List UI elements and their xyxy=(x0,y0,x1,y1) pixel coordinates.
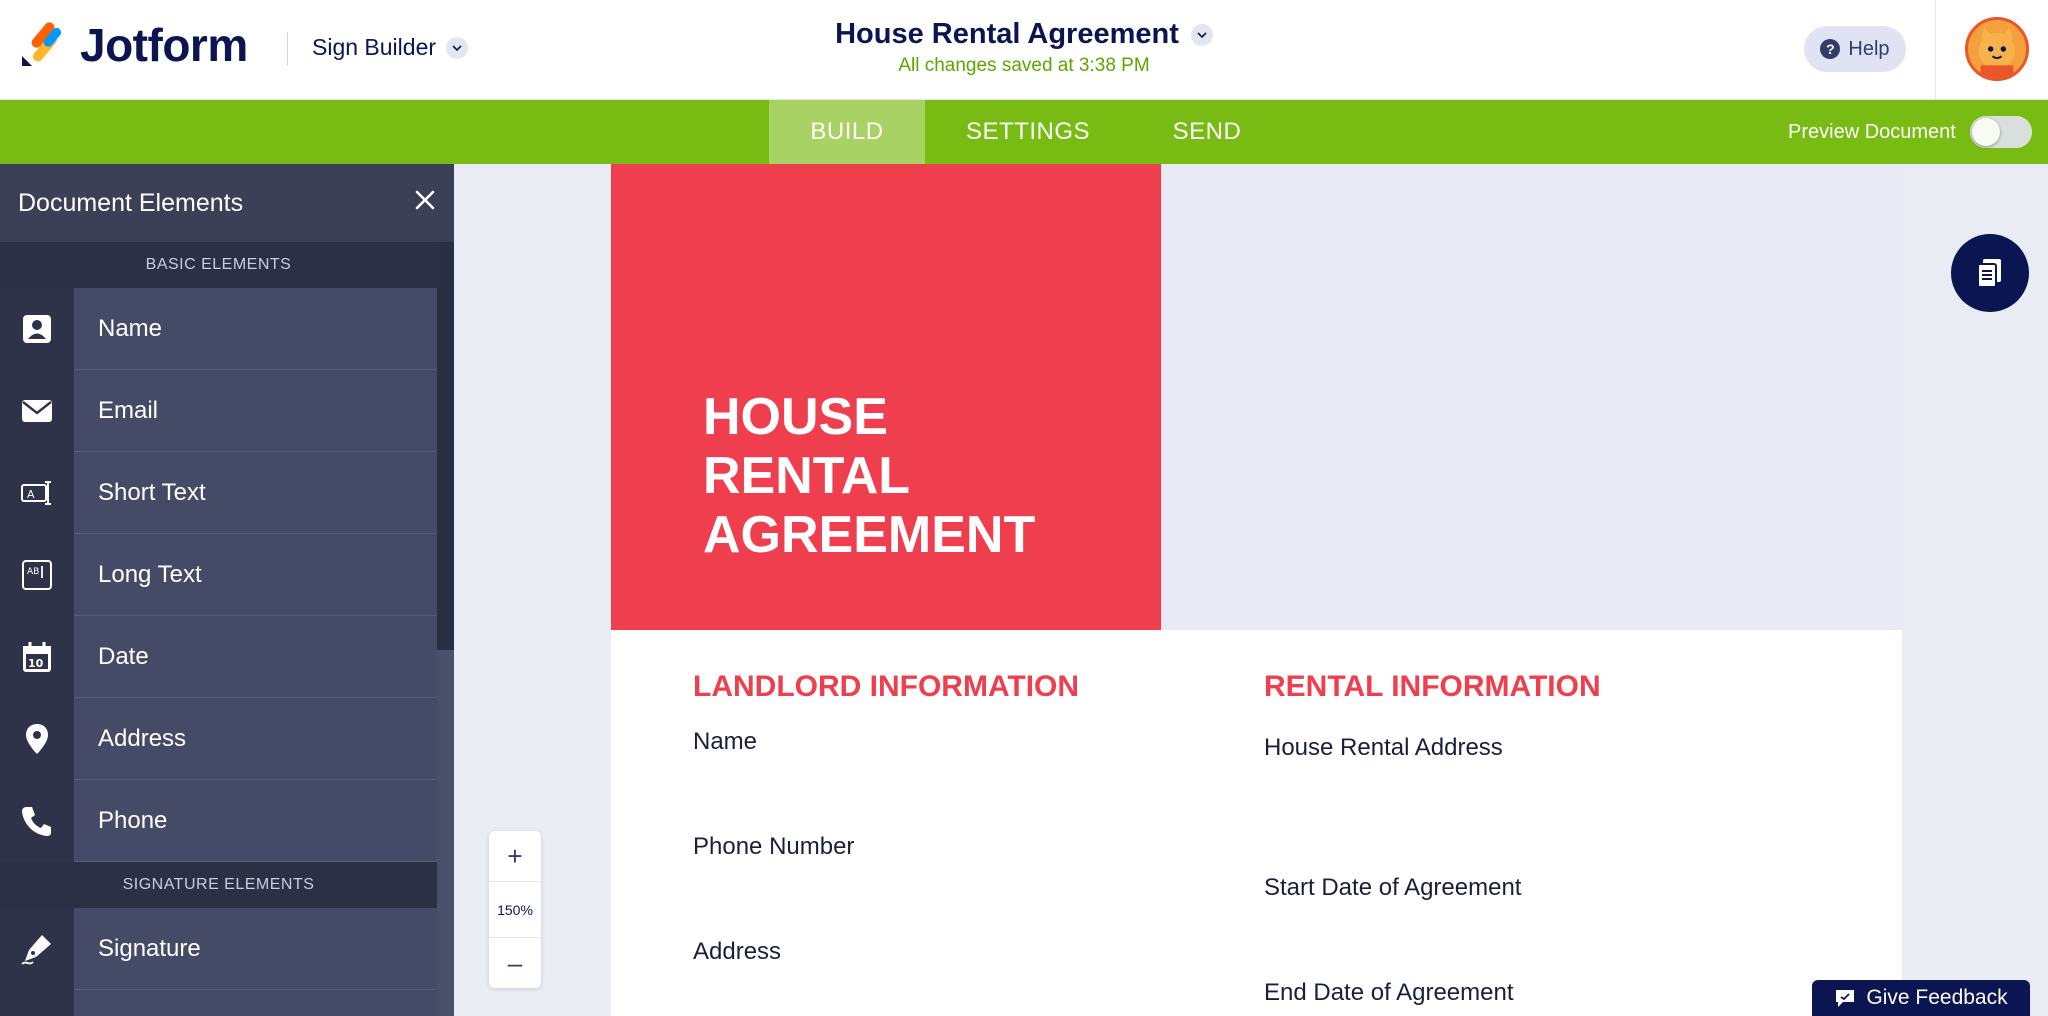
signature-pen-icon xyxy=(0,908,74,990)
tab-build[interactable]: BUILD xyxy=(769,100,925,164)
document-page: HOUSE RENTAL AGREEMENT LANDLORD INFORMAT… xyxy=(611,164,1902,1016)
help-button[interactable]: ? Help xyxy=(1804,26,1906,72)
envelope-icon xyxy=(0,370,74,452)
tab-settings[interactable]: SETTINGS xyxy=(942,100,1114,164)
question-icon: ? xyxy=(1820,39,1841,59)
chevron-down-icon xyxy=(1190,23,1213,46)
user-avatar-icon xyxy=(1978,27,2016,78)
hero-title-block[interactable]: HOUSE RENTAL AGREEMENT xyxy=(611,164,1161,630)
element-next[interactable] xyxy=(0,990,437,1016)
next-element-icon xyxy=(0,990,74,1016)
signature-elements-heading: SIGNATURE ELEMENTS xyxy=(0,862,437,908)
element-label: Short Text xyxy=(98,478,206,506)
element-label: Date xyxy=(98,642,149,670)
top-header: Jotform Sign Builder House Rental Agreem… xyxy=(0,0,2048,100)
svg-text:AB: AB xyxy=(27,567,39,577)
builder-label: Sign Builder xyxy=(312,34,437,60)
element-email[interactable]: Email xyxy=(0,370,437,452)
brand-name: Jotform xyxy=(80,19,248,71)
hero-title: HOUSE RENTAL AGREEMENT xyxy=(703,388,1123,565)
map-pin-icon xyxy=(0,698,74,780)
tab-send[interactable]: SEND xyxy=(1150,100,1264,164)
zoom-controls: + 150% – xyxy=(489,831,541,988)
builder-nav: BUILD SETTINGS SEND Preview Document xyxy=(0,100,2048,164)
long-text-icon: AB xyxy=(0,534,74,616)
rental-address-label[interactable]: House Rental Address xyxy=(1264,734,1503,762)
element-label: Email xyxy=(98,396,159,424)
toggle-knob xyxy=(1971,118,2000,146)
hero-title-line: HOUSE xyxy=(703,388,888,446)
calendar-icon: 10 xyxy=(0,616,74,698)
phone-icon xyxy=(0,780,74,862)
document-title-dropdown[interactable]: House Rental Agreement xyxy=(835,18,1213,51)
close-icon[interactable] xyxy=(414,189,436,218)
element-short-text[interactable]: A Short Text xyxy=(0,452,437,534)
preview-document: Preview Document xyxy=(1788,100,2032,164)
hero-image-placeholder[interactable] xyxy=(1161,164,1902,630)
preview-label: Preview Document xyxy=(1788,120,1956,143)
zoom-level: 150% xyxy=(489,881,541,938)
short-text-icon: A xyxy=(0,452,74,534)
builder-switcher[interactable]: Sign Builder xyxy=(312,34,469,61)
rental-section-title: RENTAL INFORMATION xyxy=(1264,670,1601,703)
element-label: Address xyxy=(98,724,187,752)
panel-title: Document Elements xyxy=(18,188,244,217)
element-phone[interactable]: Phone xyxy=(0,780,437,862)
chevron-down-icon xyxy=(446,36,469,59)
svg-text:A: A xyxy=(27,488,35,501)
element-name[interactable]: Name xyxy=(0,288,437,370)
document-elements-panel: Document Elements BASIC ELEMENTS Name Em… xyxy=(0,164,454,1016)
landlord-phone-label[interactable]: Phone Number xyxy=(693,833,854,861)
start-date-label[interactable]: Start Date of Agreement xyxy=(1264,874,1521,902)
preview-toggle[interactable] xyxy=(1969,116,2032,148)
element-label: Name xyxy=(98,314,163,342)
svg-text:10: 10 xyxy=(28,657,44,670)
element-address[interactable]: Address xyxy=(0,698,437,780)
element-label: Long Text xyxy=(98,560,202,588)
end-date-label[interactable]: End Date of Agreement xyxy=(1264,979,1514,1007)
hero-title-line: RENTAL xyxy=(703,447,911,505)
help-label: Help xyxy=(1848,37,1890,60)
panel-header: Document Elements xyxy=(0,164,454,242)
element-long-text[interactable]: AB Long Text xyxy=(0,534,437,616)
avatar[interactable] xyxy=(1965,17,2029,81)
header-divider xyxy=(287,32,288,66)
document-pages-button[interactable] xyxy=(1951,234,2029,312)
zoom-out-button[interactable]: – xyxy=(489,938,541,988)
element-signature[interactable]: Signature xyxy=(0,908,437,990)
jotform-logo[interactable]: Jotform xyxy=(20,22,248,68)
scrollbar-thumb[interactable] xyxy=(437,242,454,650)
header-divider xyxy=(1935,0,1936,100)
element-label: Phone xyxy=(98,806,168,834)
hero-title-line: AGREEMENT xyxy=(703,506,1036,564)
basic-elements-heading: BASIC ELEMENTS xyxy=(0,242,437,288)
feedback-icon xyxy=(1836,990,1855,1007)
jotform-logo-icon xyxy=(22,22,62,66)
landlord-section-title: LANDLORD INFORMATION xyxy=(693,670,1080,703)
feedback-label: Give Feedback xyxy=(1866,986,2008,1009)
element-label: Signature xyxy=(98,934,201,962)
document-title-area: House Rental Agreement All changes saved… xyxy=(0,18,2048,77)
landlord-address-label[interactable]: Address xyxy=(693,938,781,966)
document-title: House Rental Agreement xyxy=(835,18,1179,50)
document-copy-icon xyxy=(1977,259,2001,288)
person-card-icon xyxy=(0,288,74,370)
save-status: All changes saved at 3:38 PM xyxy=(898,55,1150,76)
give-feedback-button[interactable]: Give Feedback xyxy=(1812,980,2030,1016)
landlord-name-label[interactable]: Name xyxy=(693,728,757,756)
element-date[interactable]: 10 Date xyxy=(0,616,437,698)
zoom-in-button[interactable]: + xyxy=(489,831,541,881)
